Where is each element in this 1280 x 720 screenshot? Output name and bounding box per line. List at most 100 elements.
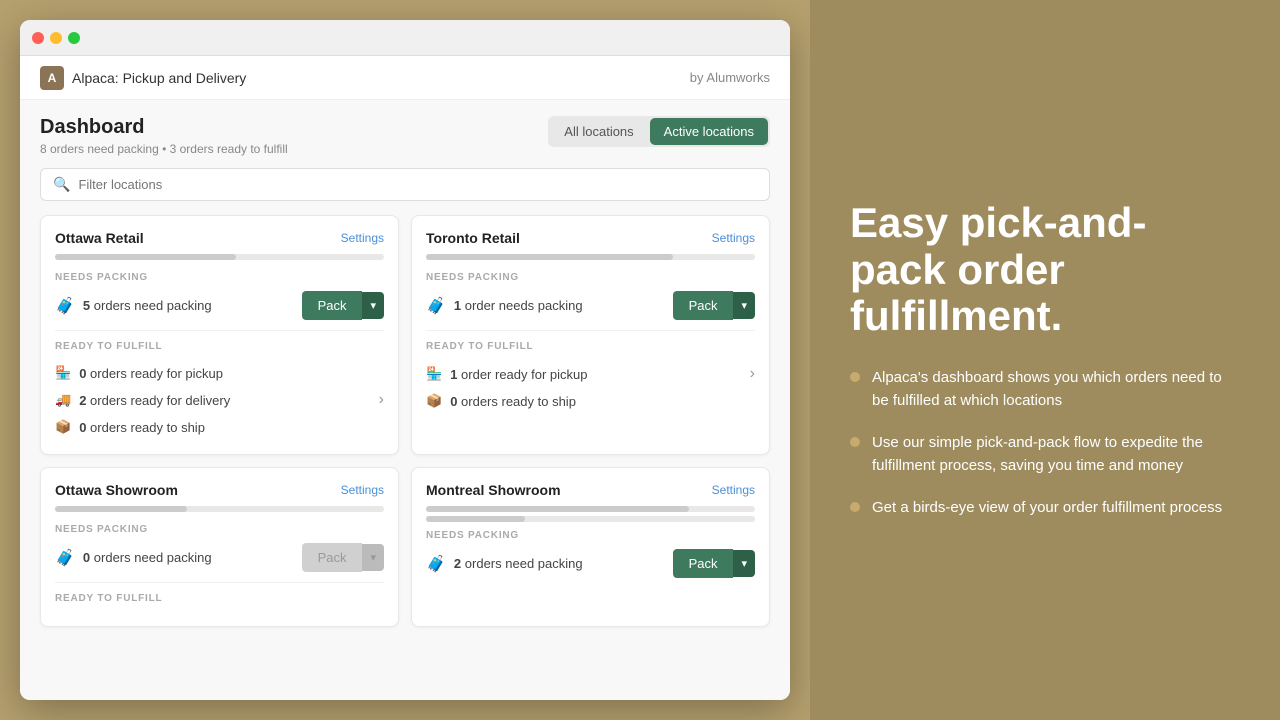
location-card-ottawa-retail: Ottawa Retail Settings NEEDS PACKING 🧳 5… (40, 215, 399, 455)
location-tabs: All locations Active locations (548, 116, 770, 147)
location-card-toronto-retail: Toronto Retail Settings NEEDS PACKING 🧳 … (411, 215, 770, 455)
packing-text: 1 order needs packing (454, 298, 583, 313)
ship-icon: 📦 (426, 393, 442, 409)
app-brand: A Alpaca: Pickup and Delivery (40, 66, 246, 90)
packing-row: 🧳 1 order needs packing Pack ▾ (426, 291, 755, 320)
feature-item-3: Get a birds-eye view of your order fulfi… (850, 497, 1240, 520)
minimize-button[interactable] (50, 32, 62, 44)
feature-text-2: Use our simple pick-and-pack flow to exp… (872, 432, 1240, 477)
feature-text-1: Alpaca's dashboard shows you which order… (872, 367, 1240, 412)
feature-bullet (850, 502, 860, 512)
pack-btn-group: Pack ▾ (673, 291, 755, 320)
divider (55, 330, 384, 331)
title-bar (20, 20, 790, 56)
progress-fill (55, 506, 187, 512)
dashboard-info: Dashboard 8 orders need packing • 3 orde… (40, 116, 288, 156)
app-window: A Alpaca: Pickup and Delivery by Alumwor… (20, 20, 790, 700)
pack-btn-group: Pack ▾ (302, 291, 384, 320)
traffic-lights (32, 32, 80, 44)
dashboard-subtitle: 8 orders need packing • 3 orders ready t… (40, 142, 288, 156)
packing-info: 🧳 2 orders need packing (426, 554, 583, 574)
dashboard-title: Dashboard (40, 116, 288, 139)
progress-bar-1 (426, 506, 755, 512)
pickup-icon: 🏪 (426, 366, 442, 382)
ready-to-fulfill-label: READY TO FULFILL (426, 341, 755, 352)
pack-button[interactable]: Pack (673, 291, 734, 320)
location-name: Ottawa Showroom (55, 482, 178, 498)
settings-link[interactable]: Settings (341, 231, 384, 245)
packing-count: 5 (83, 298, 90, 313)
location-card-ottawa-showroom: Ottawa Showroom Settings NEEDS PACKING 🧳… (40, 467, 399, 627)
fulfill-info-ship: 📦 0 orders ready to ship (426, 393, 576, 409)
search-input[interactable] (78, 177, 757, 192)
fulfill-row-1[interactable]: 🚚 2 orders ready for delivery › (55, 386, 384, 414)
pack-button-disabled[interactable]: Pack (302, 543, 363, 572)
packing-text: 5 orders need packing (83, 298, 212, 313)
fulfill-row-2: 📦 0 orders ready to ship (55, 414, 384, 440)
tab-active-locations[interactable]: Active locations (650, 118, 768, 145)
needs-packing-label: NEEDS PACKING (426, 272, 755, 283)
pack-btn-group: Pack ▾ (673, 549, 755, 578)
fulfill-text-1: 2 orders ready for delivery (79, 393, 230, 408)
packing-text: 2 orders need packing (454, 556, 583, 571)
fulfill-row-pickup[interactable]: 🏪 1 order ready for pickup › (426, 360, 755, 388)
feature-bullet (850, 437, 860, 447)
fulfill-info-1: 🚚 2 orders ready for delivery (55, 392, 230, 408)
right-panel: Easy pick-and-pack order fulfillment. Al… (810, 0, 1280, 720)
location-name: Ottawa Retail (55, 230, 144, 246)
pack-dropdown[interactable]: ▾ (362, 292, 384, 319)
location-card-montreal-showroom: Montreal Showroom Settings NEEDS PACKING (411, 467, 770, 627)
settings-link[interactable]: Settings (712, 483, 755, 497)
card-header: Ottawa Showroom Settings (55, 482, 384, 498)
fulfill-icon: 🏪 (55, 365, 71, 381)
by-alumworks: by Alumworks (690, 70, 770, 85)
dashboard-header: Dashboard 8 orders need packing • 3 orde… (40, 116, 770, 156)
locations-grid: Ottawa Retail Settings NEEDS PACKING 🧳 5… (40, 215, 770, 627)
feature-item-2: Use our simple pick-and-pack flow to exp… (850, 432, 1240, 477)
delivery-icon: 🚚 (55, 392, 71, 408)
left-panel: A Alpaca: Pickup and Delivery by Alumwor… (0, 0, 810, 720)
packing-icon: 🧳 (426, 296, 446, 316)
tab-all-locations[interactable]: All locations (550, 118, 647, 145)
packing-row: 🧳 0 orders need packing Pack ▾ (55, 543, 384, 572)
progress-fill (55, 254, 236, 260)
pack-dropdown[interactable]: ▾ (733, 550, 755, 577)
pack-button[interactable]: Pack (302, 291, 363, 320)
settings-link[interactable]: Settings (712, 231, 755, 245)
maximize-button[interactable] (68, 32, 80, 44)
packing-row: 🧳 5 orders need packing Pack ▾ (55, 291, 384, 320)
needs-packing-label: NEEDS PACKING (55, 272, 384, 283)
search-icon: 🔍 (53, 176, 70, 193)
hero-title: Easy pick-and-pack order fulfillment. (850, 200, 1240, 339)
pack-dropdown-disabled[interactable]: ▾ (362, 544, 384, 571)
progress-bar (426, 254, 755, 260)
ready-to-fulfill-label: READY TO FULFILL (55, 341, 384, 352)
feature-bullet (850, 372, 860, 382)
settings-link[interactable]: Settings (341, 483, 384, 497)
search-bar: 🔍 (40, 168, 770, 201)
packing-info: 🧳 0 orders need packing (55, 548, 212, 568)
fulfill-info: 🏪 1 order ready for pickup (426, 366, 588, 382)
fulfill-text: 0 orders ready for pickup (79, 366, 223, 381)
feature-item-1: Alpaca's dashboard shows you which order… (850, 367, 1240, 412)
pack-dropdown[interactable]: ▾ (733, 292, 755, 319)
card-header: Ottawa Retail Settings (55, 230, 384, 246)
packing-icon: 🧳 (55, 296, 75, 316)
progress-bar-2 (426, 516, 755, 522)
chevron-right-icon: › (750, 365, 755, 383)
progress-fill-1 (426, 506, 689, 512)
close-button[interactable] (32, 32, 44, 44)
ready-to-fulfill-label: READY TO FULFILL (55, 593, 384, 604)
chevron-right-icon: › (379, 391, 384, 409)
needs-packing-label: NEEDS PACKING (55, 524, 384, 535)
fulfill-text-2: 0 orders ready to ship (79, 420, 205, 435)
fulfill-info-2: 📦 0 orders ready to ship (55, 419, 205, 435)
pack-button[interactable]: Pack (673, 549, 734, 578)
packing-icon: 🧳 (426, 554, 446, 574)
main-content: Dashboard 8 orders need packing • 3 orde… (20, 100, 790, 700)
fulfill-text: 1 order ready for pickup (450, 367, 587, 382)
pack-btn-group: Pack ▾ (302, 543, 384, 572)
progress-bar (55, 254, 384, 260)
packing-info: 🧳 5 orders need packing (55, 296, 212, 316)
progress-fill (426, 254, 673, 260)
